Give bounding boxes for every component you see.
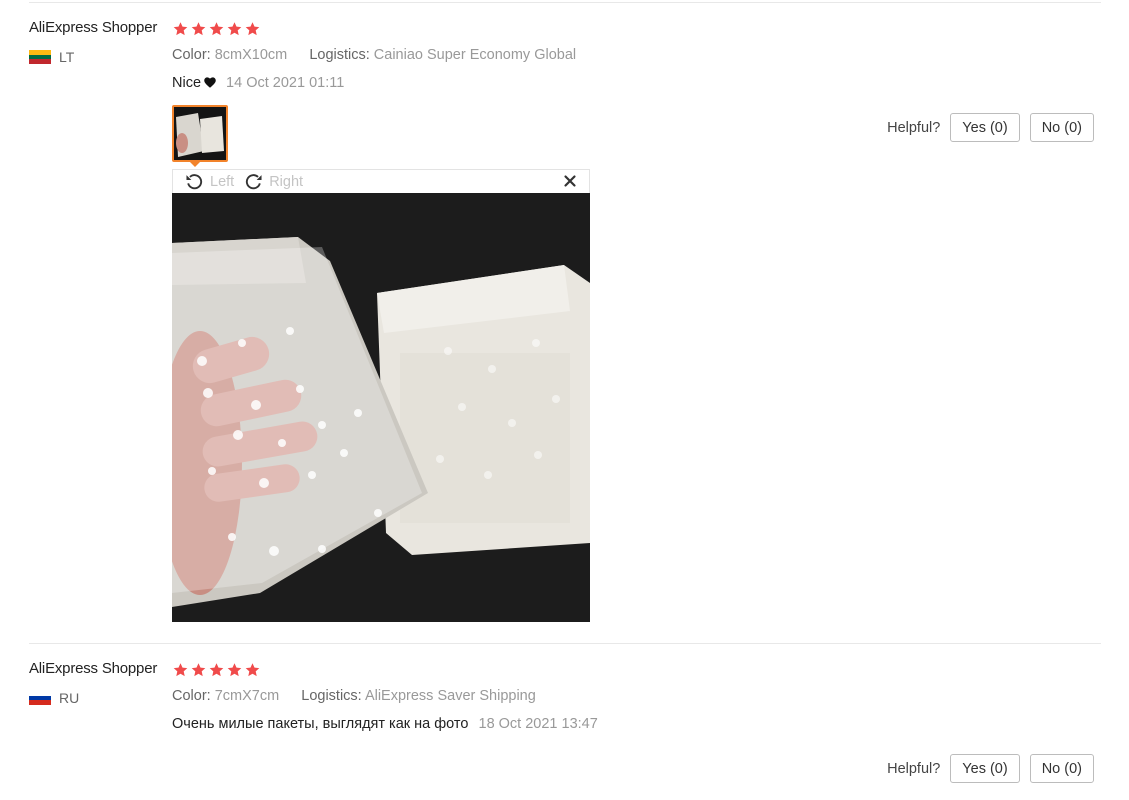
star-icon bbox=[227, 22, 242, 36]
helpful-no-button[interactable]: No (0) bbox=[1029, 754, 1094, 783]
thumbnail-image bbox=[174, 107, 226, 160]
star-icon bbox=[191, 663, 206, 677]
reviewer-country: RU bbox=[29, 690, 79, 706]
star-icon bbox=[191, 22, 206, 36]
helpful-label: Helpful? bbox=[887, 119, 941, 136]
thumbnail-pointer bbox=[189, 161, 201, 167]
review-item: AliExpress Shopper LT Color: 8cmX10cm Lo… bbox=[0, 0, 1129, 640]
rotate-right-label: Right bbox=[269, 173, 304, 190]
rotate-right-icon bbox=[246, 174, 262, 190]
star-icon bbox=[245, 663, 260, 677]
star-icon bbox=[209, 22, 224, 36]
flag-lt-icon bbox=[29, 50, 51, 64]
country-code: LT bbox=[59, 49, 75, 65]
country-code: RU bbox=[59, 690, 80, 706]
review-item: AliExpress Shopper RU Color: 7cmX7cm Log… bbox=[0, 641, 1129, 800]
rotate-left-button[interactable]: Left bbox=[185, 173, 234, 190]
review-meta: Color: 7cmX7cm Logistics: AliExpress Sav… bbox=[172, 688, 536, 704]
helpful-label: Helpful? bbox=[887, 760, 941, 777]
reviewer-name: AliExpress Shopper bbox=[29, 19, 158, 36]
helpful-yes-button[interactable]: Yes (0) bbox=[950, 113, 1020, 142]
reviewer-country: LT bbox=[29, 49, 74, 65]
color-value: 7cmX7cm bbox=[214, 688, 280, 704]
color-label: Color: bbox=[172, 688, 211, 704]
review-photo-image bbox=[172, 193, 590, 622]
image-viewer-toolbar: Left Right bbox=[172, 169, 590, 193]
review-text: Nice bbox=[172, 75, 202, 91]
review-text-row: Nice 14 Oct 2021 01:11 bbox=[172, 75, 344, 91]
star-rating bbox=[172, 21, 261, 37]
star-rating bbox=[172, 662, 261, 678]
helpful-section: Helpful? Yes (0) No (0) bbox=[887, 113, 1094, 142]
color-label: Color: bbox=[172, 47, 211, 63]
logistics-value: AliExpress Saver Shipping bbox=[364, 688, 536, 704]
star-icon bbox=[173, 663, 188, 677]
review-date: 18 Oct 2021 13:47 bbox=[478, 716, 598, 732]
logistics-value: Cainiao Super Economy Global bbox=[373, 47, 577, 63]
review-date: 14 Oct 2021 01:11 bbox=[226, 75, 345, 91]
logistics-label: Logistics: bbox=[309, 47, 370, 63]
star-icon bbox=[173, 22, 188, 36]
rotate-right-button[interactable]: Right bbox=[244, 173, 303, 190]
flag-ru-icon bbox=[29, 691, 51, 705]
rotate-left-label: Left bbox=[210, 173, 235, 190]
helpful-yes-button[interactable]: Yes (0) bbox=[950, 754, 1020, 783]
rotate-left-icon bbox=[186, 174, 203, 190]
review-photo-large bbox=[172, 193, 590, 622]
review-text-row: Очень милые пакеты, выглядят как на фото… bbox=[172, 716, 598, 732]
heart-icon bbox=[204, 77, 216, 88]
color-value: 8cmX10cm bbox=[214, 47, 288, 63]
star-icon bbox=[227, 663, 242, 677]
review-photo-thumbnail[interactable] bbox=[172, 105, 228, 162]
helpful-section: Helpful? Yes (0) No (0) bbox=[887, 754, 1094, 783]
review-text: Очень милые пакеты, выглядят как на фото bbox=[172, 716, 469, 732]
review-meta: Color: 8cmX10cm Logistics: Cainiao Super… bbox=[172, 47, 576, 63]
logistics-label: Logistics: bbox=[301, 688, 362, 704]
star-icon bbox=[209, 663, 224, 677]
close-icon[interactable] bbox=[563, 174, 577, 188]
star-icon bbox=[245, 22, 260, 36]
helpful-no-button[interactable]: No (0) bbox=[1029, 113, 1094, 142]
reviewer-name: AliExpress Shopper bbox=[29, 660, 158, 677]
